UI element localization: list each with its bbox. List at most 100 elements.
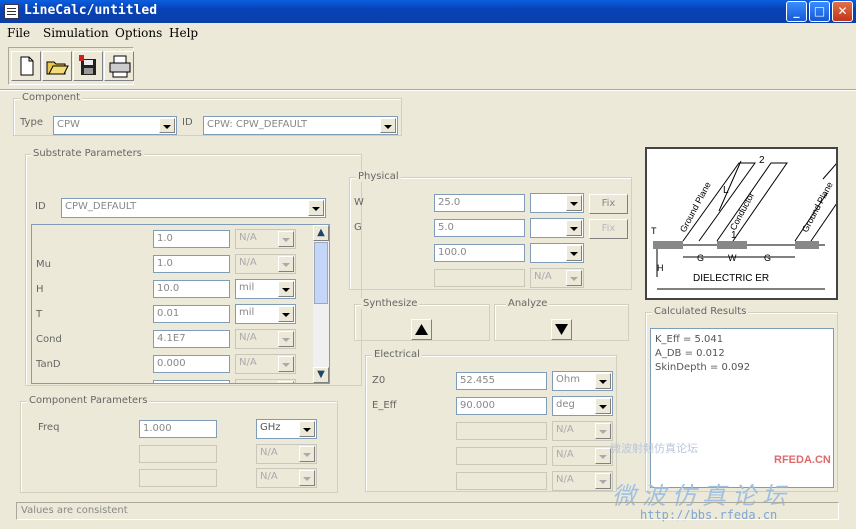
toolbar-separator: [0, 89, 856, 91]
open-button[interactable]: [42, 51, 72, 81]
electrical-param-input: [456, 447, 547, 465]
physical-unit-select[interactable]: [530, 243, 584, 263]
maximize-button[interactable]: □: [809, 1, 830, 22]
save-button[interactable]: [73, 51, 103, 81]
component-id-value: CPW: CPW_DEFAULT: [207, 119, 308, 130]
fix-w-button[interactable]: Fix: [589, 194, 628, 214]
substrate-param-input[interactable]: 10.0: [153, 280, 230, 298]
substrate-row: Cond 4.1E7 N/A: [32, 329, 312, 352]
chevron-down-icon: [299, 470, 315, 486]
physical-group-label: Physical: [356, 171, 401, 182]
type-select-value: CPW: [57, 119, 80, 130]
component-id-select[interactable]: CPW: CPW_DEFAULT: [203, 116, 398, 135]
electrical-unit-select[interactable]: deg: [552, 396, 613, 416]
substrate-row: Mu 1.0 N/A: [32, 254, 312, 277]
substrate-param-label: T: [36, 309, 43, 320]
chevron-down-icon: [278, 231, 294, 247]
substrate-param-input[interactable]: 4.1E7: [153, 330, 230, 348]
chevron-down-icon[interactable]: ▼: [313, 367, 329, 383]
param-input-3: [139, 469, 217, 487]
ground-plane-right-label: Ground Plane: [800, 180, 835, 234]
param-unit-value-3: N/A: [260, 471, 278, 482]
status-bar: Values are consistent: [16, 502, 839, 520]
chevron-down-icon: [299, 446, 315, 462]
menu-options[interactable]: Options: [115, 26, 162, 40]
substrate-unit-select[interactable]: mil: [235, 279, 296, 299]
electrical-param-input[interactable]: 52.455: [456, 372, 547, 390]
scrollbar-thumb[interactable]: [314, 242, 328, 304]
result-line: SkinDepth = 0.092: [655, 362, 751, 373]
chevron-down-icon: [278, 356, 294, 372]
substrate-param-input[interactable]: [153, 380, 230, 383]
chevron-down-icon: [278, 256, 294, 272]
param-unit-select-2: N/A: [256, 444, 317, 464]
freq-input[interactable]: 1.000: [139, 420, 217, 438]
substrate-param-input[interactable]: 0.01: [153, 305, 230, 323]
print-button[interactable]: [104, 51, 134, 81]
physical-param-input: [434, 269, 525, 287]
physical-param-input[interactable]: 5.0: [434, 219, 525, 237]
physical-param-input[interactable]: 25.0: [434, 194, 525, 212]
substrate-row: TanD 0.000 N/A: [32, 354, 312, 377]
fix-g-button[interactable]: Fix: [589, 219, 628, 239]
electrical-param-input[interactable]: 90.000: [456, 397, 547, 415]
analyze-button[interactable]: [551, 319, 572, 340]
synthesize-button[interactable]: [411, 319, 432, 340]
close-button[interactable]: ✕: [832, 1, 853, 22]
chevron-down-icon: [566, 220, 582, 236]
arrow-down-icon: [555, 324, 568, 335]
substrate-unit-value: N/A: [239, 332, 257, 343]
electrical-unit-value: deg: [556, 399, 575, 410]
substrate-scrollbar[interactable]: ▲ ▼: [313, 225, 329, 383]
electrical-unit-select: N/A: [552, 421, 613, 441]
chevron-down-icon: [566, 245, 582, 261]
chevron-down-icon: [595, 473, 611, 489]
physical-unit-select[interactable]: [530, 218, 584, 238]
cpw-diagram: Ground Plane Conductor Ground Plane L 2 …: [645, 147, 838, 300]
chevron-down-icon: [595, 373, 611, 389]
menu-file[interactable]: File: [7, 26, 30, 40]
electrical-unit-select: N/A: [552, 446, 613, 466]
port-2-label: 2: [759, 155, 765, 166]
conductor-strip: [717, 241, 747, 249]
substrate-unit-select: N/A: [235, 254, 296, 274]
new-button[interactable]: [11, 51, 41, 81]
menu-bar: File Simulation Options Help: [0, 23, 856, 43]
substrate-param-input[interactable]: 1.0: [153, 230, 230, 248]
minimize-button[interactable]: _: [786, 1, 807, 22]
menu-simulation[interactable]: Simulation: [43, 26, 109, 40]
substrate-id-value: CPW_DEFAULT: [65, 201, 137, 212]
substrate-param-input[interactable]: 1.0: [153, 255, 230, 273]
chevron-down-icon: [595, 448, 611, 464]
type-label: Type: [20, 117, 43, 128]
component-params-label: Component Parameters: [27, 395, 150, 406]
port-1-label: 1: [731, 230, 737, 241]
substrate-unit-select[interactable]: mil: [235, 304, 296, 324]
chevron-up-icon[interactable]: ▲: [313, 225, 329, 241]
physical-unit-value: N/A: [534, 271, 552, 282]
watermark-tag: 微波射频仿真论坛: [610, 442, 698, 455]
freq-unit-select[interactable]: GHz: [256, 419, 317, 439]
substrate-unit-select: N/A: [235, 354, 296, 374]
electrical-unit-select: N/A: [552, 471, 613, 491]
substrate-id-select[interactable]: CPW_DEFAULT: [61, 198, 326, 218]
menu-help[interactable]: Help: [169, 26, 198, 40]
physical-param-input[interactable]: 100.0: [434, 244, 525, 262]
app-icon: [4, 4, 19, 19]
gap-right-label: G: [764, 253, 771, 263]
substrate-param-input[interactable]: 0.000: [153, 355, 230, 373]
substrate-unit-value: mil: [239, 282, 255, 293]
width-label: W: [728, 253, 737, 263]
electrical-unit-select[interactable]: Ohm: [552, 371, 613, 391]
param-unit-value-2: N/A: [260, 447, 278, 458]
ground-plane-right: [795, 241, 819, 249]
substrate-row: 1.0 N/A: [32, 229, 312, 252]
chevron-down-icon: [278, 281, 294, 297]
physical-unit-select[interactable]: [530, 193, 584, 213]
substrate-group-label: Substrate Parameters: [31, 148, 144, 159]
type-select[interactable]: CPW: [53, 116, 177, 135]
gap-left-label: G: [697, 253, 704, 263]
window-title: LineCalc/untitled: [24, 3, 158, 18]
id-label: ID: [182, 117, 193, 128]
substrate-param-label: Mu: [36, 259, 51, 270]
